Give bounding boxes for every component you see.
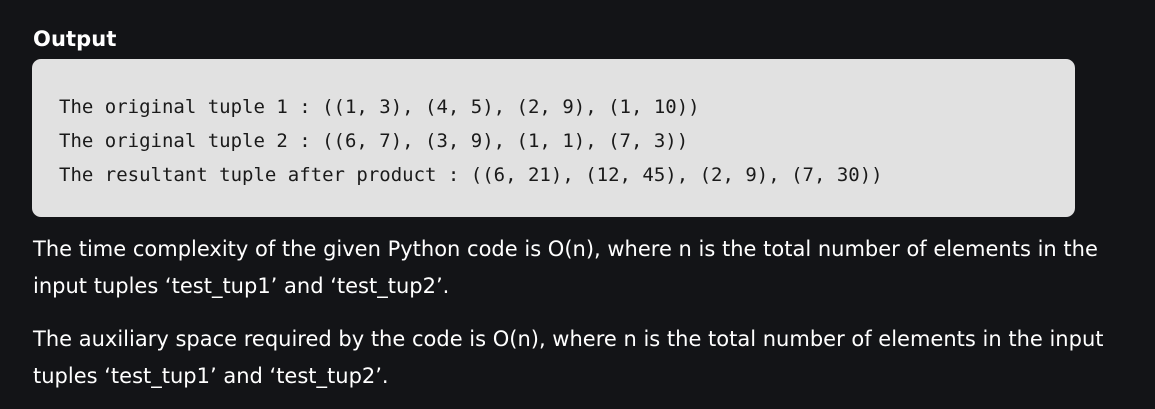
code-line-original-tuple-2: The original tuple 2 : ((6, 7), (3, 9), … bbox=[59, 130, 689, 152]
time-complexity-paragraph: The time complexity of the given Python … bbox=[33, 237, 1098, 298]
code-line-resultant-tuple: The resultant tuple after product : ((6,… bbox=[59, 164, 883, 186]
article-page: Output The original tuple 1 : ((1, 3), (… bbox=[0, 0, 1155, 409]
auxiliary-space-paragraph: The auxiliary space required by the code… bbox=[33, 327, 1104, 388]
code-line-original-tuple-1: The original tuple 1 : ((1, 3), (4, 5), … bbox=[59, 96, 700, 118]
output-code-block: The original tuple 1 : ((1, 3), (4, 5), … bbox=[32, 59, 1075, 217]
output-heading: Output bbox=[33, 27, 117, 51]
